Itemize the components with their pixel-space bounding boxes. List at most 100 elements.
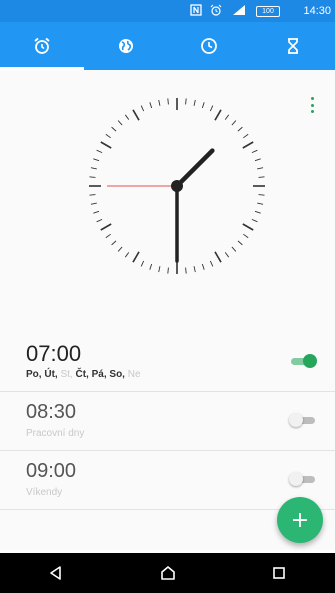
clock-tick: [243, 133, 249, 139]
clock-tick: [224, 252, 230, 258]
day-so: So,: [109, 369, 125, 380]
clock-tick: [111, 126, 117, 132]
clock-tick: [257, 202, 264, 205]
clock-tick: [90, 167, 97, 170]
tab-alarm[interactable]: [0, 22, 84, 70]
day-pa: Pá,: [91, 369, 107, 380]
clock-tick: [258, 194, 265, 196]
clock-tick: [214, 109, 222, 121]
clock-tick: [242, 141, 254, 149]
back-button[interactable]: [0, 553, 112, 593]
clock-tick: [158, 99, 161, 106]
analog-clock: [89, 98, 265, 274]
alarm-icon: [210, 4, 222, 19]
clock-tick: [254, 158, 261, 162]
clock-tick: [158, 266, 161, 273]
tab-timer[interactable]: [251, 22, 335, 70]
clock-tick: [167, 98, 169, 105]
day-ne: Ne: [127, 369, 141, 380]
alarm-time: 09:00: [26, 460, 77, 482]
clock-tick: [242, 223, 254, 231]
alarm-subtitle: Pracovní dny: [26, 428, 85, 439]
clock-tick: [132, 251, 140, 263]
clock-tick: [231, 246, 237, 252]
clock-tick: [251, 218, 258, 223]
alarm-subtitle: Víkendy: [26, 487, 63, 498]
clock-tick: [243, 233, 249, 239]
back-icon: [50, 566, 61, 580]
clock-tick: [100, 141, 112, 149]
clock-tick: [90, 202, 97, 205]
clock-tick: [237, 240, 243, 246]
navigation-bar: [0, 553, 335, 593]
tab-bar: [0, 22, 335, 70]
clock-tick: [254, 210, 261, 214]
alarm-item[interactable]: 08:30 Pracovní dny: [0, 393, 335, 451]
clock-tick: [149, 102, 153, 109]
clock-tick: [185, 98, 187, 105]
alarm-toggle[interactable]: [289, 413, 315, 427]
clock-tick: [149, 263, 153, 270]
clock-tick: [100, 223, 112, 231]
clock-tick: [214, 251, 222, 263]
alarm-time: 08:30: [26, 401, 77, 423]
clock-hour-hand: [174, 148, 215, 189]
nfc-icon: [190, 4, 202, 19]
alarm-item[interactable]: 07:00 Po, Út, St, Čt, Pá, So, Ne: [0, 334, 335, 392]
clock-tick: [231, 120, 237, 126]
clock-tick: [258, 176, 265, 178]
clock-tick: [140, 105, 145, 112]
clock-tick: [140, 260, 145, 267]
alarm-toggle[interactable]: [291, 354, 317, 368]
clock-tick: [105, 133, 111, 139]
clock-tick: [93, 210, 100, 214]
clock-tick: [251, 149, 258, 154]
clock-tick: [185, 267, 187, 274]
clock-tick: [89, 176, 96, 178]
clock-tick: [257, 167, 264, 170]
day-ct: Čt,: [75, 369, 89, 380]
clock-tick: [111, 240, 117, 246]
clock-tick: [201, 263, 205, 270]
alarm-time: 07:00: [26, 341, 82, 366]
day-po: Po,: [26, 369, 42, 380]
tab-clock[interactable]: [168, 22, 252, 70]
alarm-toggle[interactable]: [289, 472, 315, 486]
day-ut: Út,: [44, 369, 58, 380]
recents-icon: [273, 567, 285, 579]
signal-icon: [232, 4, 246, 16]
status-bar: 100 14:30: [0, 0, 335, 22]
clock-tick: [193, 266, 196, 273]
clock-tick: [167, 267, 169, 274]
home-icon: [160, 566, 175, 580]
clock-tick: [117, 120, 123, 126]
clock-tick: [193, 99, 196, 106]
alarm-clock-icon: [34, 37, 50, 54]
clock-icon: [201, 38, 218, 54]
home-button[interactable]: [112, 553, 224, 593]
clock-tick: [209, 260, 214, 267]
clock-center: [171, 180, 183, 192]
recents-button[interactable]: [223, 553, 335, 593]
clock-tick: [224, 114, 230, 120]
clock-tick: [105, 233, 111, 239]
overflow-menu-icon[interactable]: [309, 97, 315, 113]
clock-tick: [124, 114, 130, 120]
clock-tick: [117, 246, 123, 252]
clock-tick: [237, 126, 243, 132]
battery-icon: 100: [256, 6, 280, 17]
clock-tick: [89, 194, 96, 196]
alarm-days: Po, Út, St, Čt, Pá, So, Ne: [26, 369, 141, 380]
world-clock-icon: [118, 39, 133, 53]
clock-tick: [124, 252, 130, 258]
clock-tick: [93, 158, 100, 162]
clock-tick: [132, 109, 140, 121]
status-time: 14:30: [303, 5, 331, 17]
clock-tick: [96, 149, 103, 154]
day-st: St,: [60, 369, 73, 380]
clock-tick: [96, 218, 103, 223]
add-alarm-button[interactable]: +: [277, 497, 323, 543]
hourglass-icon: [288, 38, 299, 54]
tab-world-clock[interactable]: [84, 22, 168, 70]
clock-tick: [209, 105, 214, 112]
